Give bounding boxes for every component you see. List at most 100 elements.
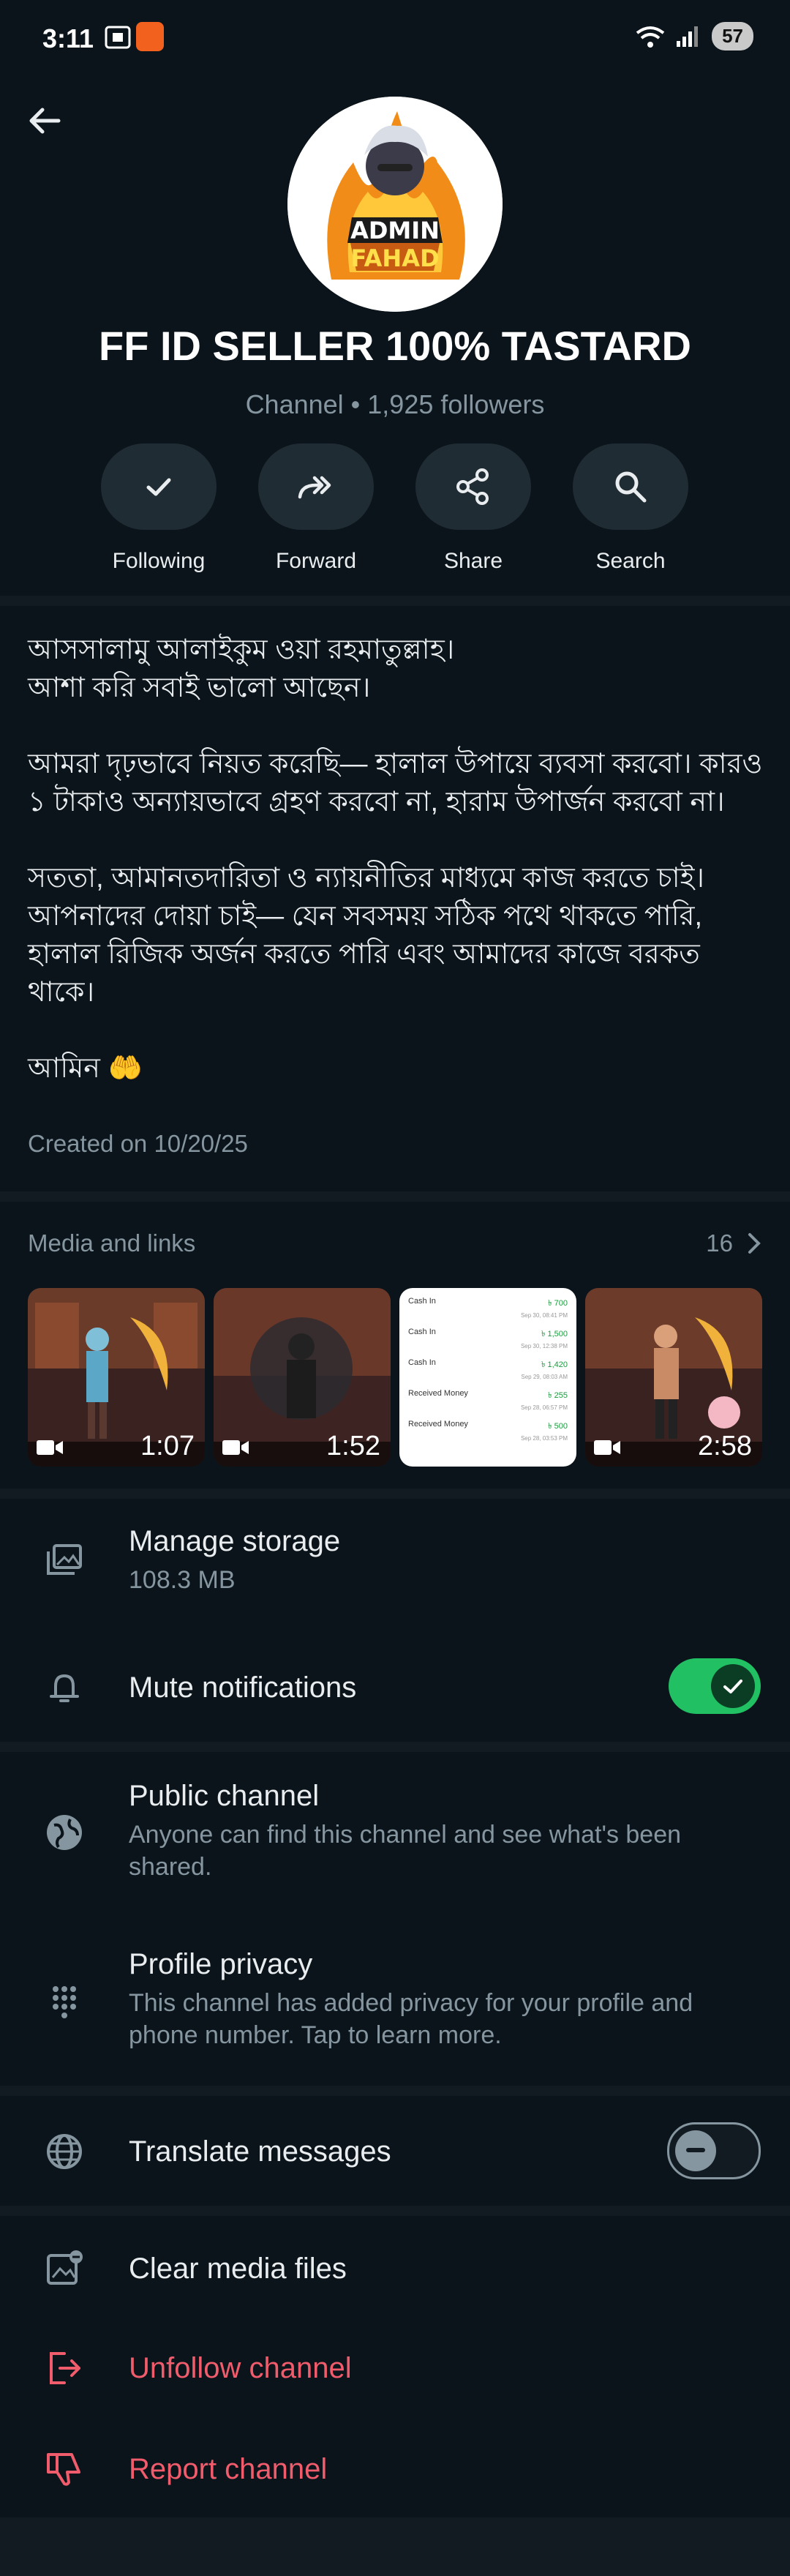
clear-media-label: Clear media files bbox=[129, 2253, 347, 2285]
video-camera-icon bbox=[37, 1440, 63, 1455]
receipt-date: Sep 29, 08:03 AM bbox=[521, 1374, 568, 1380]
share-label: Share bbox=[443, 549, 503, 573]
search-icon bbox=[615, 471, 647, 503]
receipt-amount: ৳ 500 bbox=[548, 1422, 568, 1431]
mute-notifications-label: Mute notifications bbox=[129, 1671, 357, 1704]
profile-privacy-label: Profile privacy bbox=[129, 1948, 313, 1980]
forward-icon bbox=[298, 476, 331, 499]
profile-privacy-row[interactable]: Profile privacy This channel has added p… bbox=[0, 1948, 790, 2065]
receipt-date: Sep 30, 12:38 PM bbox=[520, 1343, 568, 1349]
receipt-amount: ৳ 1,420 bbox=[541, 1360, 568, 1369]
media-count: 16 bbox=[706, 1229, 733, 1257]
following-label: Following bbox=[112, 549, 206, 573]
description-paragraph: আমিন 🤲 bbox=[28, 1053, 143, 1084]
media-thumbnail[interactable]: 2:58 bbox=[585, 1288, 762, 1467]
receipt-label: Cash In bbox=[408, 1297, 436, 1306]
video-camera-icon bbox=[222, 1440, 249, 1455]
share-icon bbox=[456, 468, 489, 505]
globe-filled-icon bbox=[47, 1815, 82, 1850]
clear-media-icon bbox=[47, 2250, 83, 2285]
translate-messages-label: Translate messages bbox=[129, 2135, 391, 2168]
video-duration: 2:58 bbox=[698, 1431, 752, 1461]
section-divider bbox=[0, 2206, 790, 2216]
status-time: 3:11 bbox=[42, 23, 94, 53]
media-thumbnail[interactable]: 1:52 bbox=[214, 1288, 391, 1467]
media-links-header[interactable]: Media and links 16 bbox=[28, 1229, 762, 1257]
wifi-icon bbox=[636, 26, 665, 48]
receipt-amount: ৳ 255 bbox=[548, 1391, 568, 1400]
report-channel-row[interactable]: Report channel bbox=[0, 2440, 790, 2498]
following-button[interactable]: Following bbox=[86, 443, 232, 574]
exit-icon bbox=[50, 2352, 80, 2384]
profile-privacy-description: This channel has added privacy for your … bbox=[129, 1989, 693, 2049]
manage-storage-label: Manage storage bbox=[129, 1525, 341, 1557]
media-thumbnail[interactable]: 1:07 bbox=[28, 1288, 205, 1467]
description-paragraph: আমরা দৃঢ়ভাবে নিয়ত করেছি— হালাল উপায়ে … bbox=[28, 749, 763, 817]
globe-icon bbox=[47, 2134, 82, 2169]
thumbs-down-icon bbox=[47, 2453, 80, 2486]
unfollow-channel-row[interactable]: Unfollow channel bbox=[0, 2339, 790, 2397]
media-thumbnail[interactable]: Cash In ৳ 700 Sep 30, 08:41 PM Cash In ৳ 1… bbox=[399, 1288, 576, 1467]
section-divider bbox=[0, 1742, 790, 1752]
description-paragraph: সততা, আমানতদারিতা ও ন্যায়নীতির মাধ্যমে … bbox=[28, 863, 705, 1008]
battery-indicator: 57 bbox=[712, 22, 753, 50]
forward-label: Forward bbox=[275, 549, 357, 573]
receipt-label: Cash In bbox=[408, 1358, 436, 1367]
public-channel-description: Anyone can find this channel and see wha… bbox=[129, 1821, 682, 1881]
manage-storage-row[interactable]: Manage storage 108.3 MB bbox=[0, 1525, 790, 1606]
video-duration: 1:07 bbox=[140, 1431, 195, 1461]
section-divider bbox=[0, 1489, 790, 1499]
channel-avatar[interactable]: ADMIN FAHAD bbox=[287, 97, 503, 312]
receipt-date: Sep 28, 03:53 PM bbox=[520, 1435, 568, 1442]
clear-media-row[interactable]: Clear media files bbox=[0, 2239, 790, 2298]
translate-messages-row[interactable]: Translate messages bbox=[0, 2119, 790, 2185]
app-notification-icon bbox=[136, 22, 164, 51]
section-divider bbox=[0, 2086, 790, 2096]
public-channel-label: Public channel bbox=[129, 1780, 320, 1812]
created-date: Created on 10/20/25 bbox=[28, 1130, 248, 1157]
public-channel-row[interactable]: Public channel Anyone can find this chan… bbox=[0, 1780, 790, 1897]
status-bar: 3:11 57 bbox=[0, 0, 790, 80]
receipt-amount: ৳ 700 bbox=[548, 1299, 568, 1308]
channel-name: FF ID SELLER 100% TASTARD bbox=[98, 323, 691, 369]
receipt-date: Sep 28, 06:57 PM bbox=[520, 1404, 568, 1411]
storage-size: 108.3 MB bbox=[129, 1566, 236, 1594]
media-thumbnails: 1:07 1:52 Cash In ৳ 700 Sep 30, 08:41 PM … bbox=[28, 1288, 790, 1467]
media-links-title: Media and links bbox=[28, 1229, 196, 1257]
description-line: আসসালামু আলাইকুম ওয়া রহমাতুল্লাহ। bbox=[28, 634, 455, 665]
mute-notifications-row[interactable]: Mute notifications bbox=[0, 1655, 790, 1721]
bell-icon bbox=[50, 1674, 79, 1702]
receipt-screenshot: Cash In ৳ 700 Sep 30, 08:41 PM Cash In ৳ 1… bbox=[399, 1288, 576, 1442]
dialpad-icon bbox=[53, 1986, 76, 2018]
translate-messages-toggle[interactable] bbox=[667, 2122, 761, 2179]
admin-fahad-logo: ADMIN FAHAD bbox=[287, 97, 503, 312]
search-button[interactable]: Search bbox=[557, 443, 704, 574]
back-arrow-icon[interactable] bbox=[26, 102, 63, 139]
section-divider bbox=[0, 596, 790, 606]
channel-subtitle: Channel • 1,925 followers bbox=[245, 389, 545, 419]
description-line: আশা করি সবাই ভালো আছেন। bbox=[28, 673, 371, 703]
channel-description: আসসালামু আলাইকুম ওয়া রহমাতুল্লাহ। আশা কর… bbox=[28, 631, 767, 1126]
chevron-right-icon bbox=[748, 1233, 761, 1254]
storage-icon bbox=[47, 1544, 82, 1575]
check-icon bbox=[723, 1680, 742, 1693]
screenshot-icon bbox=[105, 26, 131, 49]
logo-text-bottom: FAHAD bbox=[350, 244, 439, 272]
video-duration: 1:52 bbox=[326, 1431, 380, 1461]
signal-icon bbox=[677, 26, 699, 47]
bottom-navigation-bar bbox=[0, 2517, 790, 2576]
check-icon bbox=[146, 478, 171, 496]
section-divider bbox=[0, 1191, 790, 1202]
unfollow-channel-label: Unfollow channel bbox=[129, 2352, 352, 2384]
video-camera-icon bbox=[594, 1440, 620, 1455]
receipt-label: Cash In bbox=[408, 1328, 436, 1336]
mute-notifications-toggle[interactable] bbox=[669, 1658, 761, 1714]
minus-icon bbox=[686, 2148, 705, 2152]
search-label: Search bbox=[595, 549, 666, 573]
receipt-label: Received Money bbox=[408, 1389, 468, 1398]
report-channel-label: Report channel bbox=[129, 2453, 328, 2485]
receipt-amount: ৳ 1,500 bbox=[541, 1330, 568, 1338]
share-button[interactable]: Share bbox=[400, 443, 546, 574]
forward-button[interactable]: Forward bbox=[243, 443, 389, 574]
action-buttons: Following Forward Share Search bbox=[0, 443, 790, 590]
